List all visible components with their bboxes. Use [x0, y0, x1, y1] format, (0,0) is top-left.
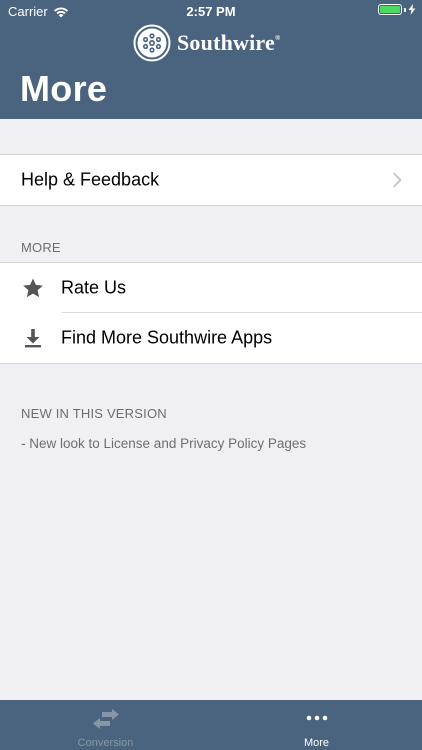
- find-more-apps-row[interactable]: Find More Southwire Apps: [0, 313, 422, 363]
- navigation-header: Carrier 2:57 PM Southwire® More: [0, 0, 422, 119]
- swap-arrows-icon: [92, 709, 119, 729]
- more-section-header: MORE: [21, 240, 61, 255]
- rate-us-label: Rate Us: [61, 277, 127, 298]
- battery-icon: [378, 4, 402, 15]
- download-icon: [25, 329, 41, 348]
- version-section-header: NEW IN THIS VERSION: [21, 406, 167, 421]
- registered-mark: ®: [274, 34, 281, 42]
- status-bar: Carrier 2:57 PM: [0, 0, 422, 22]
- rate-us-row[interactable]: Rate Us: [0, 263, 422, 313]
- tab-conversion-label: Conversion: [77, 737, 134, 749]
- tab-more-label: More: [303, 737, 330, 749]
- logo-wordmark: Southwire: [177, 30, 275, 55]
- southwire-logo-mark-icon: [133, 24, 171, 62]
- tab-bar: Conversion More: [0, 700, 422, 750]
- battery-fill: [380, 6, 400, 13]
- tab-conversion[interactable]: Conversion: [0, 700, 211, 750]
- find-more-apps-label: Find More Southwire Apps: [61, 327, 273, 348]
- more-group: Rate Us Find More Southwire Apps: [0, 262, 422, 364]
- charging-bolt-icon: [408, 4, 416, 15]
- battery-indicator: [378, 4, 416, 15]
- status-time: 2:57 PM: [186, 4, 236, 19]
- southwire-logo: Southwire®: [133, 24, 280, 62]
- version-note: - New look to License and Privacy Policy…: [21, 436, 307, 451]
- help-feedback-row[interactable]: Help & Feedback: [0, 155, 422, 205]
- more-dots-icon: [306, 715, 327, 721]
- help-group: Help & Feedback: [0, 154, 422, 206]
- battery-nub: [404, 7, 406, 12]
- page-title: More: [20, 68, 108, 109]
- southwire-logo-text: Southwire®: [177, 30, 280, 56]
- help-feedback-label: Help & Feedback: [21, 169, 160, 190]
- chevron-right-icon: [393, 172, 402, 188]
- star-icon: [23, 278, 43, 298]
- tab-more[interactable]: More: [211, 700, 422, 750]
